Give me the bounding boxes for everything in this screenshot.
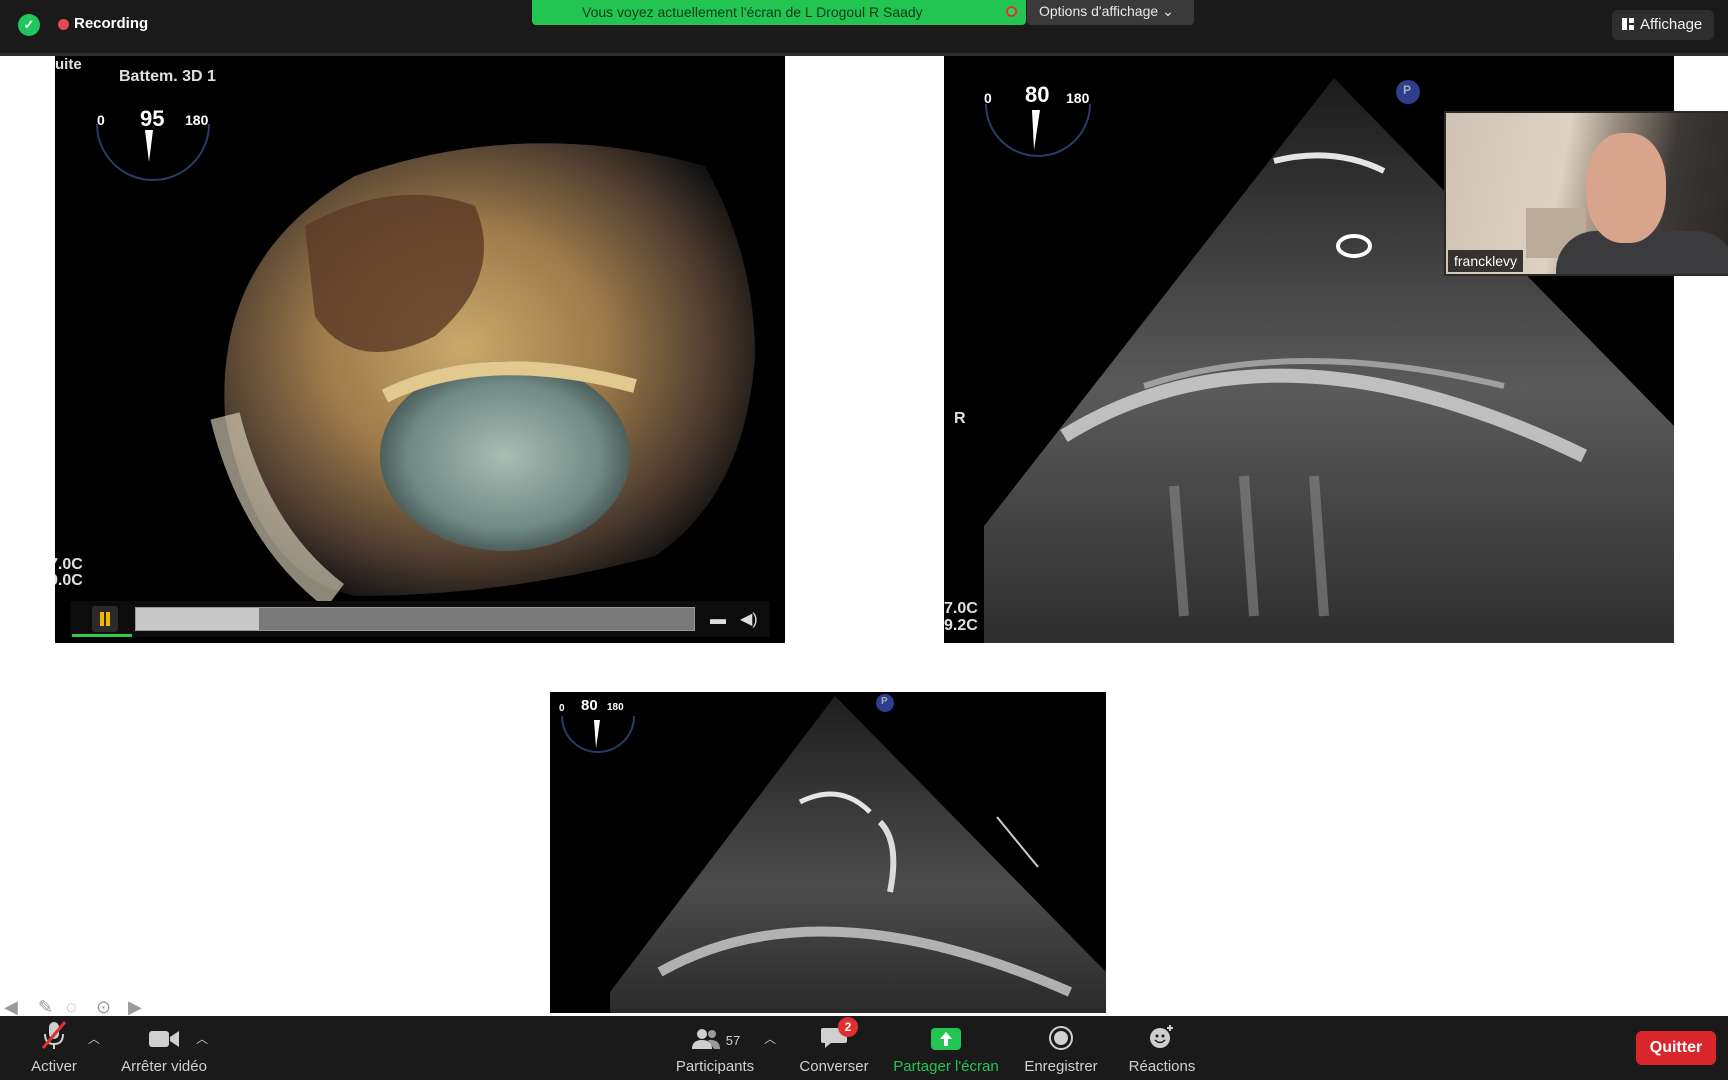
gallery-grid-icon [1622, 18, 1634, 30]
reactions-label: Réactions [1128, 1058, 1196, 1075]
meeting-top-bar: ✓ Recording Vous voyez actuellement l'éc… [0, 0, 1728, 53]
temp-bottom: 9.0C [55, 572, 83, 589]
dial-max: 180 [185, 112, 209, 128]
caption-icon[interactable]: ◌ [66, 997, 77, 1018]
panel-title: Battem. 3D 1 [119, 68, 216, 85]
participants-count: 57 [725, 1033, 741, 1048]
temp-bottom: 9.2C [944, 617, 978, 634]
video-3d-panel[interactable]: uite Battem. 3D 1 0 95 180 7.0C 9.0C ▬ ◀… [55, 56, 785, 643]
dial-min: 0 [984, 90, 992, 106]
share-screen-icon [888, 1016, 1004, 1050]
view-button-label: Affichage [1640, 16, 1703, 33]
marker-p: P [881, 696, 888, 707]
marker-p: P [1403, 83, 1412, 97]
participants-label: Participants [675, 1058, 755, 1075]
echo-panel-2[interactable]: 0 80 180 P [550, 692, 1106, 1013]
stop-video-label: Arrêter vidéo [121, 1058, 207, 1075]
dial-min: 0 [559, 703, 565, 714]
participants-icon: 57 [670, 1016, 760, 1050]
arrow-left-icon[interactable]: ◀ [4, 997, 18, 1018]
stop-share-icon[interactable] [1006, 6, 1017, 17]
dial-value: 80 [1025, 82, 1050, 107]
participant-name: francklevy [1448, 250, 1524, 272]
recording-dot-icon [58, 19, 69, 30]
recording-label: Recording [74, 15, 149, 32]
chevron-down-icon: ⌄ [1162, 3, 1174, 19]
dial-value: 80 [581, 697, 598, 714]
seek-bar[interactable] [135, 607, 695, 631]
dial-value: 95 [140, 106, 165, 131]
pause-icon[interactable] [92, 606, 118, 632]
dial-max: 180 [1066, 90, 1090, 106]
video-options-caret-icon[interactable]: ︿ [196, 1030, 208, 1047]
pencil-icon[interactable]: ✎ [38, 997, 53, 1018]
stop-video-button[interactable]: Arrêter vidéo [108, 1016, 220, 1080]
record-button[interactable]: Enregistrer [1018, 1016, 1104, 1080]
temp-top: 7.0C [944, 600, 978, 617]
view-options-dropdown[interactable]: Options d'affichage ⌄ [1027, 0, 1194, 25]
video-controls: ▬ ◀) [70, 601, 770, 637]
screen-share-banner: Vous voyez actuellement l'écran de L Dro… [532, 0, 1026, 25]
audio-options-caret-icon[interactable]: ︿ [88, 1030, 100, 1047]
record-icon [1018, 1016, 1104, 1050]
chat-label: Converser [799, 1058, 869, 1075]
marker-r: R [954, 410, 966, 427]
speaker-icon[interactable]: ◀) [740, 609, 758, 629]
chat-button[interactable]: Converser [794, 1016, 874, 1080]
smiley-icon [1120, 1016, 1204, 1050]
self-video-thumbnail[interactable]: francklevy [1444, 111, 1728, 276]
view-button[interactable]: Affichage [1612, 10, 1714, 40]
share-screen-button[interactable]: Partager l'écran [888, 1016, 1004, 1080]
security-shield-icon[interactable]: ✓ [18, 14, 40, 36]
participants-caret-icon[interactable]: ︿ [764, 1030, 776, 1047]
record-label: Enregistrer [1024, 1058, 1098, 1075]
screen-share-text: Vous voyez actuellement l'écran de L Dro… [582, 4, 923, 20]
angle-dial-icon [561, 715, 635, 753]
view-options-label: Options d'affichage [1039, 3, 1159, 19]
participants-button[interactable]: 57 Participants [670, 1016, 760, 1080]
leave-meeting-button[interactable]: Quitter [1636, 1031, 1716, 1065]
chat-bubble-icon [794, 1016, 874, 1050]
arrow-right-icon[interactable]: ▶ [128, 997, 142, 1018]
dial-max: 180 [607, 702, 624, 713]
more-icon[interactable]: ⊙ [96, 997, 111, 1018]
meeting-toolbar: Activer ︿ Arrêter vidéo ︿ 57 Participant… [0, 1016, 1728, 1080]
reactions-button[interactable]: Réactions [1120, 1016, 1204, 1080]
chat-unread-badge: 2 [838, 1017, 858, 1037]
microphone-muted-icon [14, 1016, 94, 1050]
dial-min: 0 [97, 112, 105, 128]
mute-button[interactable]: Activer [14, 1016, 94, 1080]
person-head [1586, 133, 1666, 243]
mute-label: Activer [31, 1058, 77, 1075]
corner-label: uite [55, 56, 82, 73]
seek-bar-fill [136, 608, 259, 630]
share-screen-label: Partager l'écran [893, 1058, 999, 1075]
progress-indicator [72, 634, 132, 637]
captions-icon[interactable]: ▬ [710, 611, 726, 629]
